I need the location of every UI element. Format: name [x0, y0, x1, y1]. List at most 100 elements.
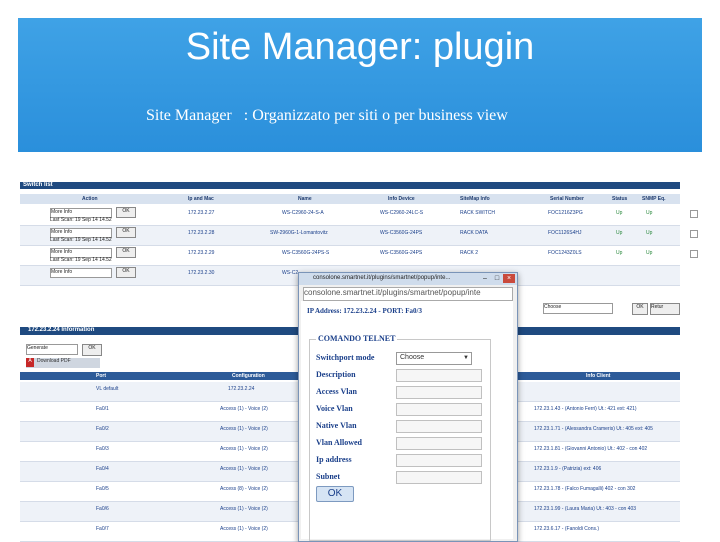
download-pdf-label: Download PDF	[37, 358, 71, 364]
status: Up	[616, 210, 623, 216]
port-client: 172.23.1.99 - (Laura Maria) Ut.: 403 - c…	[534, 506, 637, 512]
serial-number: FOC1126S4HJ	[548, 230, 582, 236]
switchport-mode-row: Switchport mode Choose ▼	[316, 352, 486, 365]
vlan-allowed-row: Vlan Allowed	[316, 437, 486, 450]
port-config: 172.23.2.24	[228, 386, 255, 392]
row-ok-button[interactable]: OK	[116, 267, 136, 278]
chevron-down-icon: ▼	[463, 355, 469, 361]
port-link[interactable]: Fa0/4	[96, 466, 109, 472]
switchport-mode-label: Switchport mode	[316, 353, 375, 362]
subnet-row: Subnet	[316, 471, 486, 484]
last-scan: Last Scan: 19 Sep 14 14.52	[50, 217, 112, 223]
close-icon[interactable]: ×	[503, 274, 515, 283]
switch-list-title: Switch list	[23, 182, 53, 188]
popup-titlebar[interactable]: consolone.smartnet.it/plugins/smartnet/p…	[299, 273, 517, 285]
port-config: Access (8) - Voice (2)	[220, 486, 268, 492]
ip-link[interactable]: 172.23.2.27	[188, 210, 214, 216]
vlan-allowed-label: Vlan Allowed	[316, 438, 363, 447]
access-vlan-input[interactable]	[396, 386, 482, 399]
ip-port-line: IP Address: 172.23.2.24 - PORT: Fa0/3	[307, 307, 422, 315]
table-row: More Info OK Last Scan: 19 Sep 14 14.52 …	[20, 206, 698, 226]
port-config: Access (1) - Voice (2)	[220, 426, 268, 432]
download-pdf-button[interactable]: A Download PDF	[26, 358, 100, 368]
ip-link[interactable]: 172.23.2.29	[188, 250, 214, 256]
status: Up	[616, 230, 623, 236]
pdf-icon: A	[26, 358, 34, 367]
popup-address-bar[interactable]: consolone.smartnet.it/plugins/smartnet/p…	[303, 287, 513, 301]
port-link[interactable]: Fa0/7	[96, 526, 109, 532]
port-client: 172.23.1.81 - (Giovanni Antonio) Ut.: 40…	[534, 446, 648, 452]
choose-select[interactable]: Choose	[543, 303, 613, 314]
vlan-allowed-input[interactable]	[396, 437, 482, 450]
ip-address-label: Ip address	[316, 455, 352, 464]
access-vlan-row: Access Vlan	[316, 386, 486, 399]
minimize-icon[interactable]: –	[479, 274, 491, 283]
description-row: Description	[316, 369, 486, 382]
slide-subtitle: Site Manager : Organizzato per siti o pe…	[146, 107, 508, 124]
row-checkbox[interactable]	[690, 210, 698, 218]
device-name: WS-C3560G-24PS-S	[282, 250, 330, 256]
telnet-fieldset: COMANDO TELNET Switchport mode Choose ▼ D…	[309, 334, 491, 541]
col-info-client: Info Client	[586, 373, 611, 379]
sitemap-info: RACK SWITCH	[460, 210, 495, 216]
col-snmp: SNMP Eq.	[642, 196, 666, 202]
snmp-status: Up	[646, 250, 653, 256]
ok-button[interactable]: OK	[316, 486, 354, 502]
port-config: Access (1) - Voice (2)	[220, 526, 268, 532]
native-vlan-input[interactable]	[396, 420, 482, 433]
generate-ok-button[interactable]: OK	[82, 344, 102, 356]
ip-address-input[interactable]	[396, 454, 482, 467]
status: Up	[616, 250, 623, 256]
subnet-label: Subnet	[316, 472, 341, 481]
native-vlan-label: Native Vlan	[316, 421, 357, 430]
device-name: SW-2960G-1-Lomantovitz	[270, 230, 328, 236]
switchport-mode-value: Choose	[400, 354, 425, 361]
description-input[interactable]	[396, 369, 482, 382]
switchport-mode-select[interactable]: Choose ▼	[396, 352, 472, 365]
table-row: More Info OK Last Scan: 19 Sep 14 14.52 …	[20, 246, 698, 266]
port-config: Access (1) - Voice (2)	[220, 506, 268, 512]
table-header: Action Ip and Mac Name Info Device SiteM…	[20, 194, 680, 204]
col-port: Port	[96, 373, 106, 379]
port-config: Access (1) - Voice (2)	[220, 446, 268, 452]
choose-ok-button[interactable]: OK	[632, 303, 648, 315]
device-name: WS-C2960-24-S-A	[282, 210, 324, 216]
port-link[interactable]: Fa0/1	[96, 406, 109, 412]
col-serial: Serial Number	[550, 196, 584, 202]
description-label: Description	[316, 370, 356, 379]
telnet-popup-window: consolone.smartnet.it/plugins/smartnet/p…	[298, 272, 518, 542]
port-client: 172.23.1.71 - (Alessandra Crameris) Ut.:…	[534, 426, 653, 432]
maximize-icon[interactable]: □	[491, 274, 503, 283]
voice-vlan-row: Voice Vlan	[316, 403, 486, 416]
voice-vlan-label: Voice Vlan	[316, 404, 353, 413]
port-link[interactable]: VL default	[96, 386, 118, 392]
sitemap-info: RACK DATA	[460, 230, 488, 236]
row-checkbox[interactable]	[690, 230, 698, 238]
col-status: Status	[612, 196, 628, 202]
port-link[interactable]: Fa0/6	[96, 506, 109, 512]
switch-list-header: Switch list	[20, 182, 680, 189]
row-ok-button[interactable]: OK	[116, 207, 136, 218]
popup-body: IP Address: 172.23.2.24 - PORT: Fa0/3 CO…	[301, 301, 513, 541]
info-device: WS-C3560G-24PS	[380, 230, 423, 236]
generate-select[interactable]: Generate	[26, 344, 78, 355]
ip-link[interactable]: 172.23.2.30	[188, 270, 214, 276]
return-button[interactable]: Retur	[650, 303, 680, 315]
row-ok-button[interactable]: OK	[116, 247, 136, 258]
last-scan: Last Scan: 19 Sep 14 14.52	[50, 257, 112, 263]
voice-vlan-input[interactable]	[396, 403, 482, 416]
snmp-status: Up	[646, 230, 653, 236]
subnet-input[interactable]	[396, 471, 482, 484]
row-ok-button[interactable]: OK	[116, 227, 136, 238]
port-link[interactable]: Fa0/3	[96, 446, 109, 452]
action-select[interactable]: More Info	[50, 268, 112, 278]
ip-link[interactable]: 172.23.2.28	[188, 230, 214, 236]
port-link[interactable]: Fa0/2	[96, 426, 109, 432]
table-row: More Info OK Last Scan: 19 Sep 14 14.52 …	[20, 226, 698, 246]
snmp-status: Up	[646, 210, 653, 216]
row-checkbox[interactable]	[690, 250, 698, 258]
port-link[interactable]: Fa0/5	[96, 486, 109, 492]
port-config: Access (1) - Voice (2)	[220, 406, 268, 412]
popup-title: consolone.smartnet.it/plugins/smartnet/p…	[313, 275, 451, 281]
serial-number: FOC1243Z0LS	[548, 250, 582, 256]
